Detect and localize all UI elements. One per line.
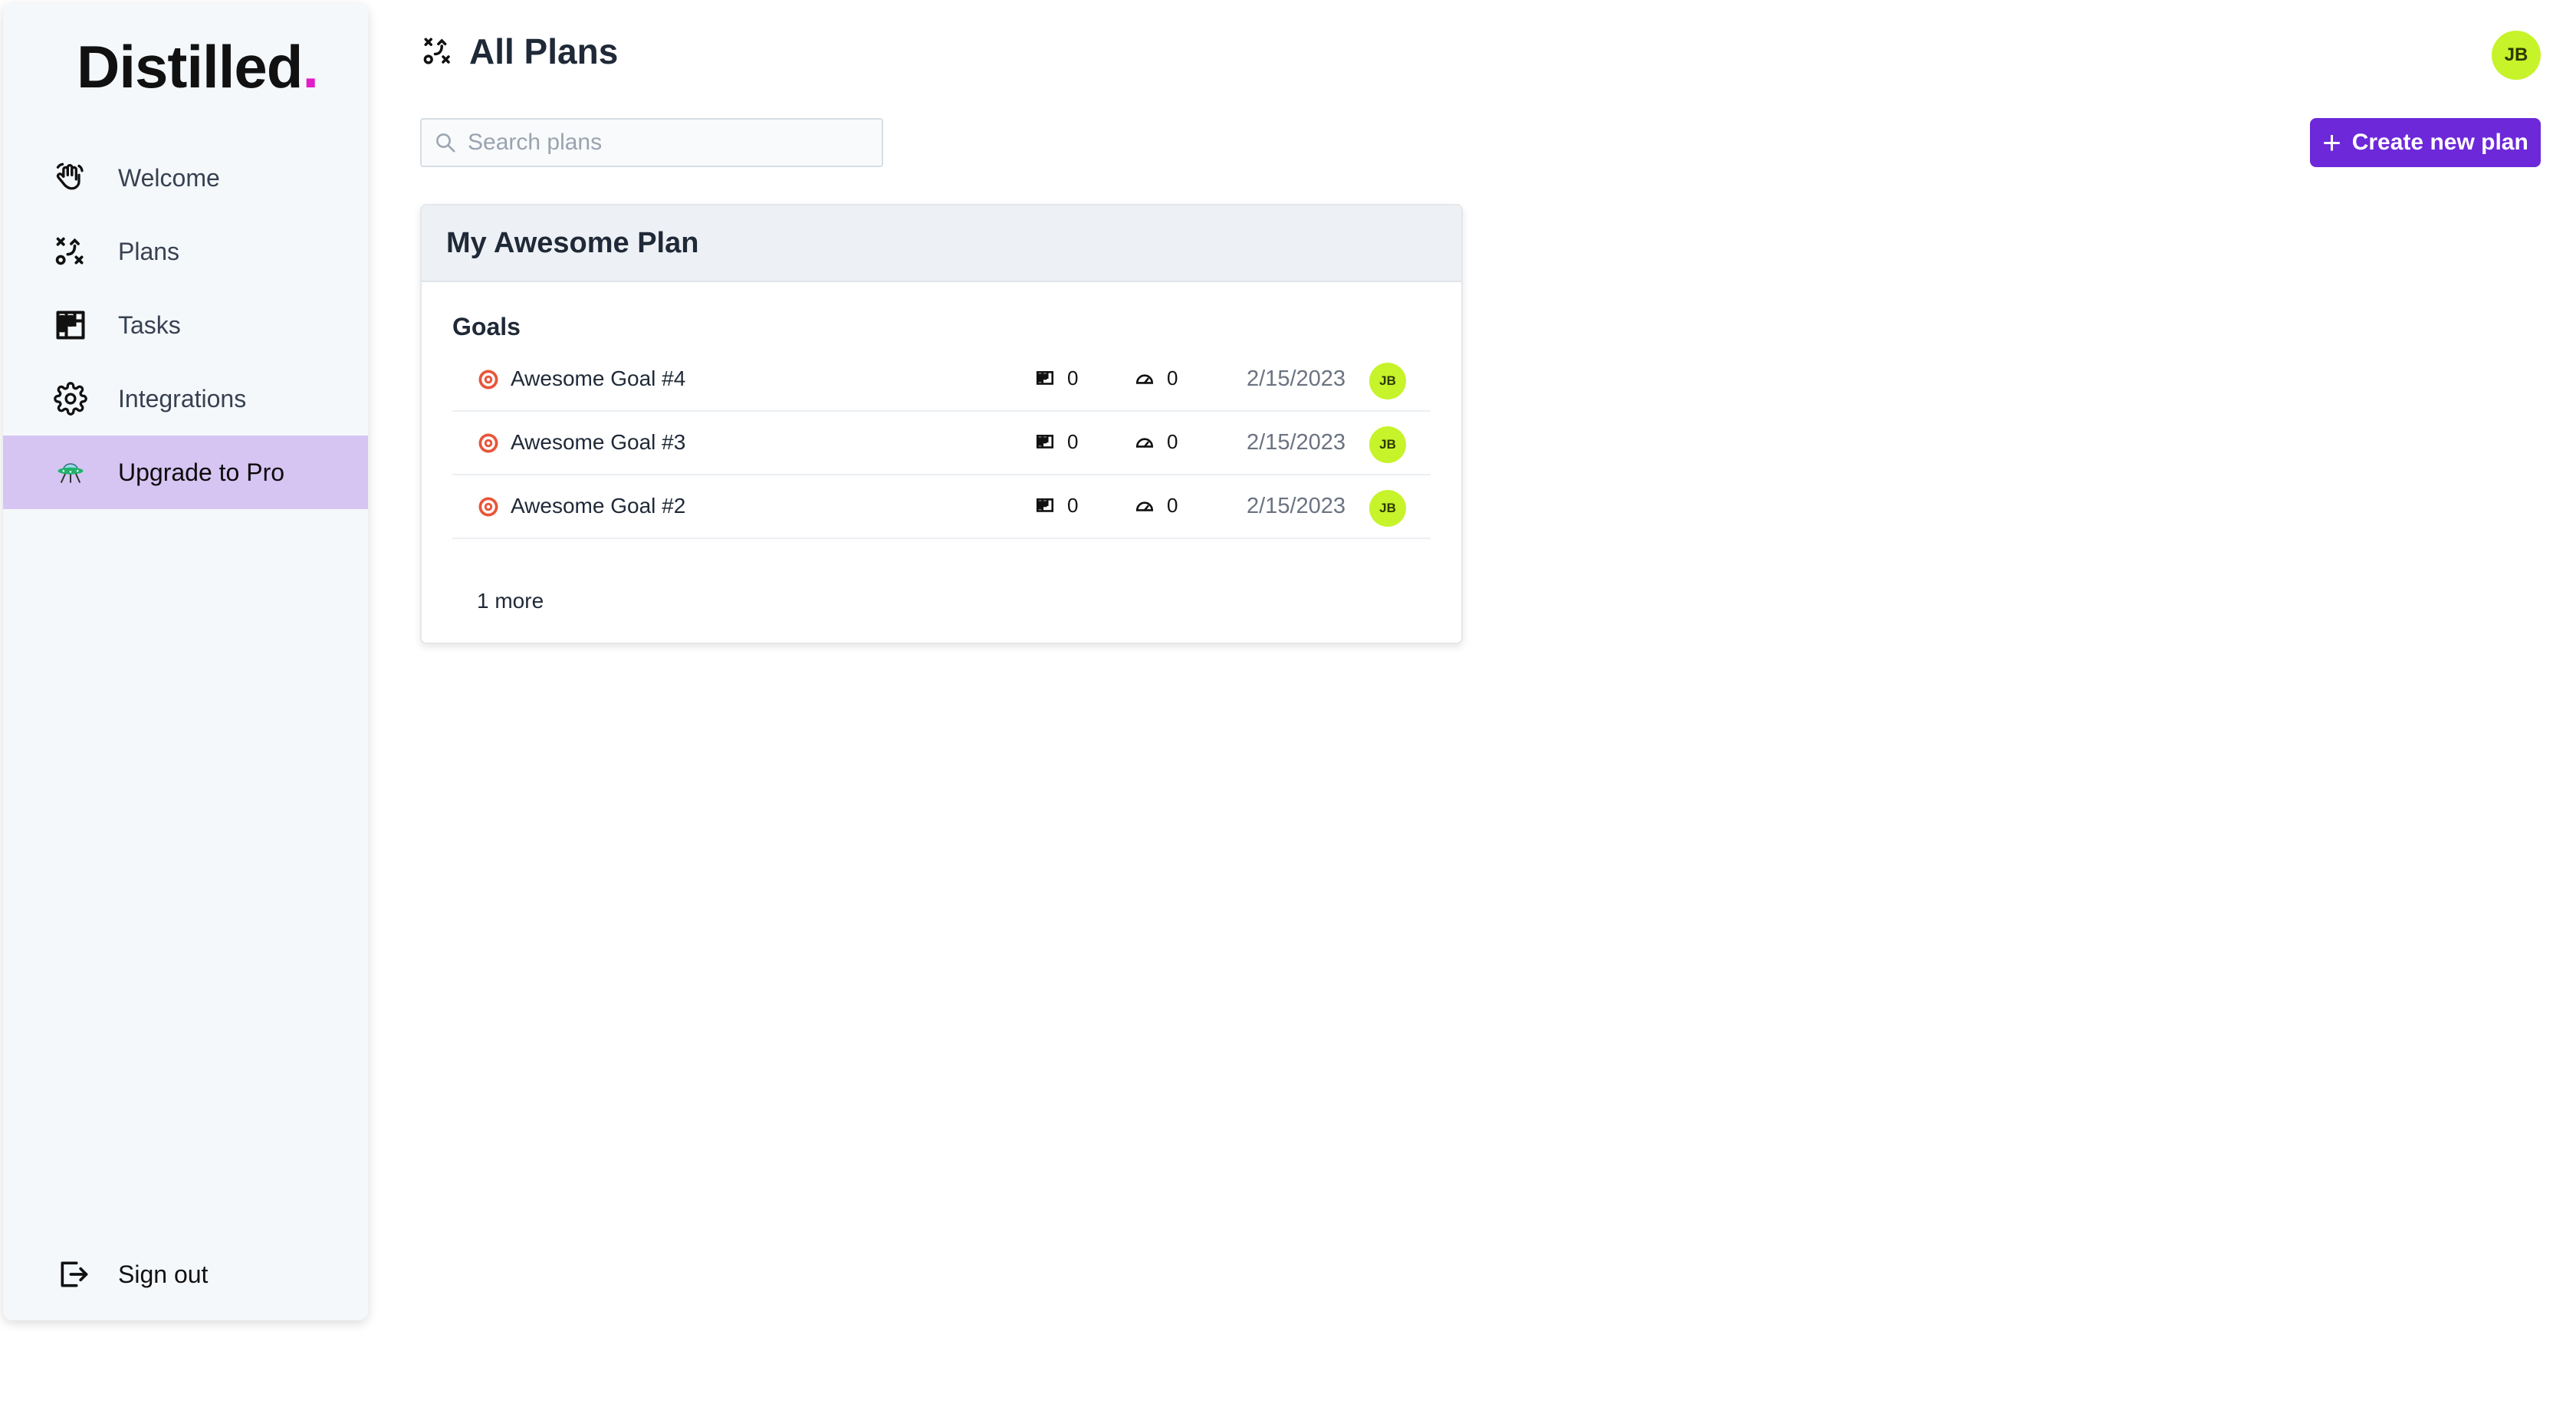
sidebar-item-tasks[interactable]: Tasks	[3, 288, 368, 362]
goal-owner-avatar[interactable]: JB	[1369, 426, 1406, 463]
sign-out-label: Sign out	[118, 1260, 209, 1288]
goal-name: Awesome Goal #4	[511, 367, 686, 390]
search-input[interactable]	[468, 130, 866, 156]
plan-card[interactable]: My Awesome Plan Goals Awesome Goal #4 0 …	[420, 204, 1463, 644]
plan-title: My Awesome Plan	[446, 226, 699, 259]
board-icon	[54, 308, 87, 342]
goal-owner-avatar[interactable]: JB	[1369, 490, 1406, 527]
board-icon	[1036, 498, 1054, 512]
goal-list: Awesome Goal #4 0 0 2/15/2023 JB Awesome…	[452, 348, 1431, 539]
goal-name: Awesome Goal #3	[511, 430, 686, 454]
gauge-icon	[1135, 373, 1154, 384]
board-icon	[1036, 370, 1054, 385]
goal-name: Awesome Goal #2	[511, 494, 686, 518]
sidebar-item-label: Tasks	[118, 311, 181, 339]
sidebar-item-label: Upgrade to Pro	[118, 458, 285, 486]
goal-tasks-count: 0	[1035, 430, 1078, 454]
goal-tasks-count: 0	[1035, 494, 1078, 518]
goal-tasks-count: 0	[1035, 367, 1078, 390]
goal-row[interactable]: Awesome Goal #4 0 0 2/15/2023 JB	[452, 348, 1431, 412]
goal-row[interactable]: Awesome Goal #3 0 0 2/15/2023 JB	[452, 412, 1431, 475]
sidebar-item-welcome[interactable]: Welcome	[3, 141, 368, 215]
goal-progress: 0	[1135, 367, 1178, 390]
user-avatar[interactable]: JB	[2492, 31, 2541, 80]
target-icon	[477, 432, 500, 455]
goal-owner-avatar[interactable]: JB	[1369, 363, 1406, 399]
goal-progress: 0	[1135, 430, 1178, 454]
gauge-icon	[1135, 437, 1154, 448]
sidebar-item-integrations[interactable]: Integrations	[3, 362, 368, 436]
create-new-plan-button[interactable]: + Create new plan	[2310, 118, 2541, 167]
sidebar-item-label: Welcome	[118, 163, 220, 192]
sidebar-nav: Welcome Plans Tasks Integrations Upgrade…	[3, 141, 368, 509]
wave-hand-icon	[54, 161, 87, 195]
sidebar-item-upgrade[interactable]: Upgrade to Pro	[3, 436, 368, 509]
sidebar-item-label: Plans	[118, 237, 180, 265]
strategy-icon	[54, 235, 87, 268]
sidebar: Distilled. Welcome Plans Tasks Integrati…	[3, 3, 368, 1320]
goal-date: 2/15/2023	[1247, 367, 1346, 391]
ufo-icon	[54, 455, 87, 489]
gear-icon	[54, 382, 87, 416]
goals-heading: Goals	[452, 313, 521, 340]
more-goals-link[interactable]: 1 more	[477, 589, 544, 613]
sidebar-item-plans[interactable]: Plans	[3, 215, 368, 288]
target-icon	[477, 368, 500, 391]
plan-card-header: My Awesome Plan	[422, 205, 1461, 282]
search-box	[420, 118, 883, 167]
page-title: All Plans	[469, 31, 619, 71]
sign-out-button[interactable]: Sign out	[3, 1244, 368, 1305]
target-icon	[477, 495, 500, 518]
strategy-icon	[422, 35, 454, 67]
goal-row[interactable]: Awesome Goal #2 0 0 2/15/2023 JB	[452, 475, 1431, 539]
goal-progress: 0	[1135, 494, 1178, 518]
create-new-plan-label: Create new plan	[2351, 130, 2528, 155]
gauge-icon	[1135, 501, 1154, 511]
search-icon	[434, 131, 457, 154]
app-logo[interactable]: Distilled.	[77, 32, 319, 102]
sign-out-icon	[57, 1257, 90, 1291]
page-header: All Plans	[422, 31, 618, 72]
goal-date: 2/15/2023	[1247, 494, 1346, 518]
plus-icon: +	[2322, 124, 2341, 160]
sidebar-item-label: Integrations	[118, 384, 247, 413]
board-icon	[1036, 434, 1054, 449]
goal-date: 2/15/2023	[1247, 430, 1346, 455]
